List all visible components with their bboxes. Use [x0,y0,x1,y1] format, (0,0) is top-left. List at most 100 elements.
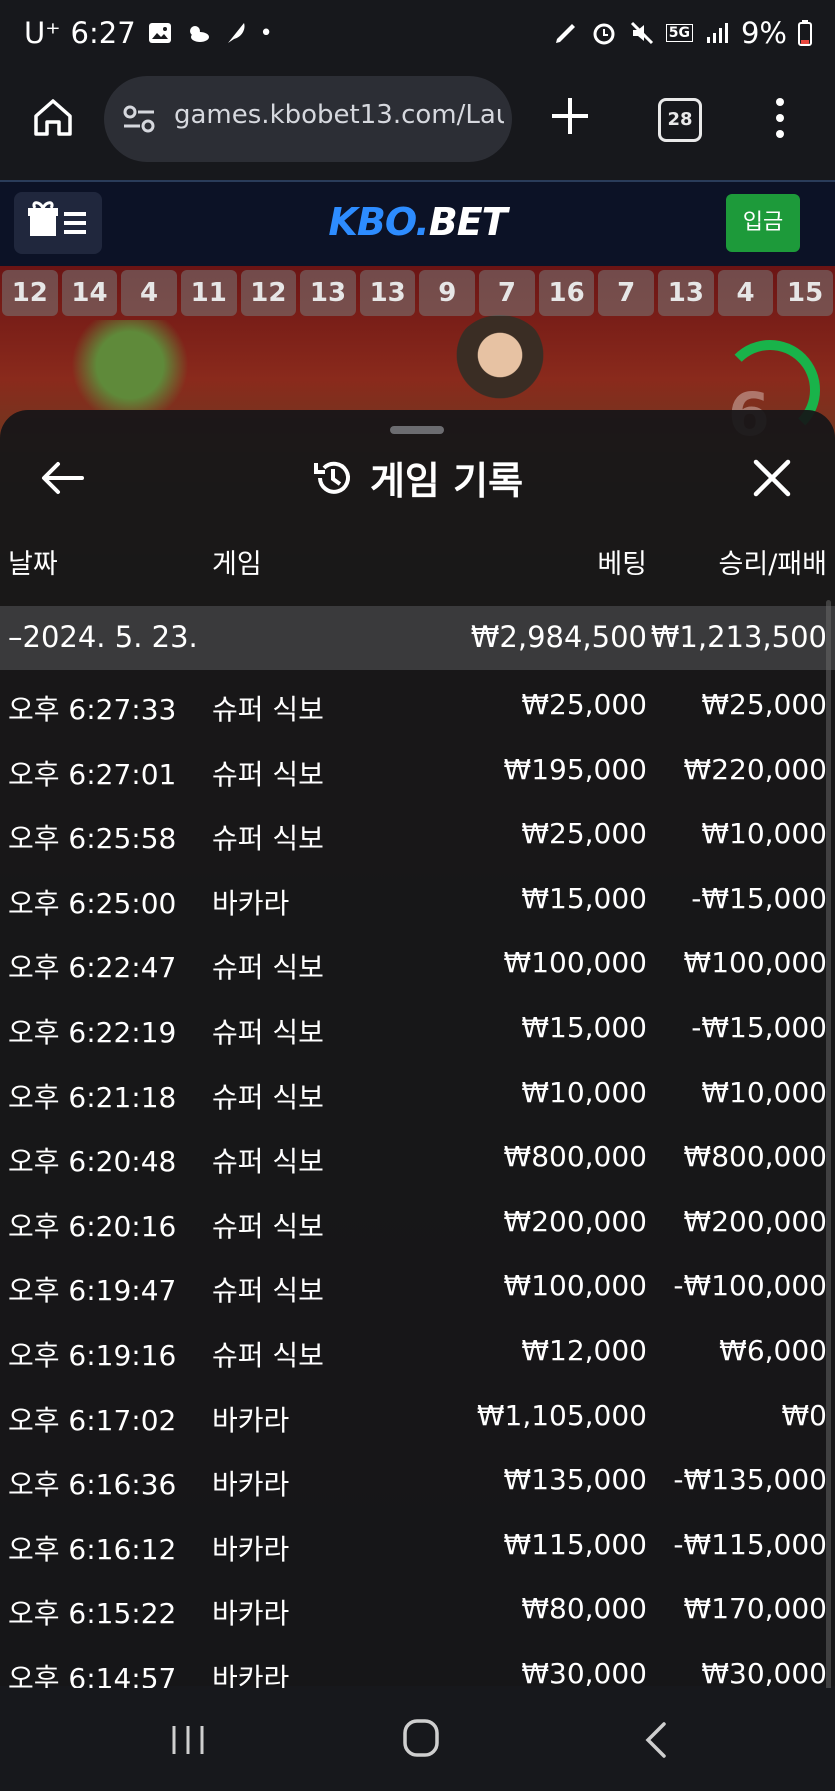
row-time: 오후 6:25:58 [8,822,177,856]
history-row[interactable]: 오후 6:15:22 바카라 ₩80,000 ₩170,000 [0,1578,835,1643]
row-bet: ₩800,000 [503,1140,647,1174]
row-result: ₩25,000 [701,688,827,721]
home-nav-icon[interactable] [402,1718,440,1758]
row-bet: ₩80,000 [521,1592,647,1626]
carrier-label: U⁺ [24,16,61,50]
history-row[interactable]: 오후 6:27:01 슈퍼 식보 ₩195,000 ₩220,000 [0,739,835,804]
summary-result: ₩1,213,500 [650,620,827,654]
tab-switcher-button[interactable]: 28 [658,98,702,142]
score-cell: 12 [240,270,297,316]
row-bet: ₩115,000 [503,1527,647,1561]
row-result: ₩0 [781,1398,828,1432]
history-row[interactable]: 오후 6:16:12 바카라 ₩115,000 -₩115,000 [0,1514,835,1579]
deposit-button[interactable]: 입금 [726,194,800,252]
address-bar[interactable]: games.kbobet13.com/Lau [104,76,512,162]
history-row[interactable]: 오후 6:16:36 바카라 ₩135,000 -₩135,000 [0,1449,835,1514]
row-bet: ₩15,000 [521,1010,647,1044]
row-bet: ₩25,000 [521,817,647,851]
score-cell: 14 [61,270,118,316]
column-header-bet: 베팅 [597,549,647,580]
status-bar: U⁺ 6:27 • 5G 9% [0,0,835,72]
score-cell: 13 [300,270,356,316]
row-bet: ₩10,000 [521,1075,647,1109]
row-bet: ₩200,000 [503,1204,647,1238]
row-game: 슈퍼 식보 [212,1080,324,1114]
row-time: 오후 6:16:12 [8,1532,177,1566]
row-game: 바카라 [212,1403,290,1437]
history-row[interactable]: 오후 6:19:16 슈퍼 식보 ₩12,000 ₩6,000 [0,1320,835,1385]
row-game: 슈퍼 식보 [212,951,324,985]
row-bet: ₩12,000 [521,1333,647,1367]
row-result: ₩170,000 [683,1592,827,1626]
row-time: 오후 6:22:47 [8,951,177,985]
mute-icon [630,21,653,45]
site-header: KBO.BET 입금 [0,182,835,266]
history-row[interactable]: 오후 6:25:58 슈퍼 식보 ₩25,000 ₩10,000 [0,803,835,868]
history-icon [313,461,350,494]
summary-bet: ₩2,984,500 [470,620,647,654]
row-time: 오후 6:15:22 [8,1597,177,1631]
history-row[interactable]: 오후 6:27:33 슈퍼 식보 ₩25,000 ₩25,000 [0,674,835,739]
row-bet: ₩25,000 [521,688,647,721]
row-game: 슈퍼 식보 [212,757,324,791]
history-row[interactable]: 오후 6:25:00 바카라 ₩15,000 -₩15,000 [0,868,835,933]
row-game: 슈퍼 식보 [212,1145,324,1179]
row-time: 오후 6:17:02 [8,1403,177,1437]
row-time: 오후 6:27:01 [8,757,177,791]
alarm-icon [593,23,615,45]
row-bet: ₩15,000 [521,881,647,915]
history-row[interactable]: 오후 6:21:18 슈퍼 식보 ₩10,000 ₩10,000 [0,1062,835,1127]
row-game: 슈퍼 식보 [212,1015,324,1049]
history-row[interactable]: 오후 6:22:19 슈퍼 식보 ₩15,000 -₩15,000 [0,997,835,1062]
score-history-strip: 12 14 4 11 12 13 13 9 7 16 7 13 4 15 [0,268,835,318]
dealer-avatar [450,315,550,415]
score-cell: 16 [538,270,595,316]
close-icon[interactable] [752,458,792,498]
history-row[interactable]: 오후 6:20:48 슈퍼 식보 ₩800,000 ₩800,000 [0,1126,835,1191]
row-bet: ₩135,000 [503,1463,647,1497]
row-game: 슈퍼 식보 [212,1209,324,1243]
gallery-icon [148,23,171,43]
site-settings-icon[interactable] [122,104,156,134]
row-result: -₩15,000 [691,1010,827,1044]
pen-icon [555,24,575,43]
battery-icon [798,20,812,46]
history-row[interactable]: 오후 6:17:02 바카라 ₩1,105,000 ₩0 [0,1385,835,1450]
history-list: 오후 6:27:33 슈퍼 식보 ₩25,000 ₩25,000 오후 6:27:01 슈… [0,674,835,1708]
row-time: 오후 6:21:18 [8,1080,177,1114]
row-game: 바카라 [212,886,290,920]
row-result: ₩100,000 [683,946,827,980]
scrollbar[interactable] [826,600,831,1760]
summary-date: –2024. 5. 23. [8,620,198,654]
logo-kbo: KBO. [328,200,429,244]
recent-apps-icon[interactable] [170,1724,206,1756]
score-cell: 15 [777,270,833,316]
status-left: U⁺ 6:27 • [24,16,273,50]
home-icon[interactable] [30,94,76,140]
new-tab-icon[interactable] [548,94,592,138]
system-nav-bar [0,1688,835,1791]
row-result: ₩6,000 [719,1333,827,1367]
row-game: 슈퍼 식보 [212,693,324,726]
site-logo[interactable]: KBO.BET [0,200,835,244]
back-nav-icon[interactable] [640,1720,670,1760]
row-game: 바카라 [212,1468,290,1502]
browser-toolbar: games.kbobet13.com/Lau 28 [0,72,835,182]
row-result: ₩30,000 [701,1656,827,1690]
date-summary-row[interactable]: –2024. 5. 23. ₩2,984,500 ₩1,213,500 [0,606,835,670]
row-time: 오후 6:27:33 [8,693,177,726]
score-cell: 7 [598,270,655,316]
signal-icon [706,23,728,43]
history-row[interactable]: 오후 6:22:47 슈퍼 식보 ₩100,000 ₩100,000 [0,932,835,997]
network-label: 5G [665,24,693,42]
url-text[interactable]: games.kbobet13.com/Lau [174,100,504,130]
row-bet: ₩30,000 [521,1656,647,1690]
status-right: 5G 9% [552,16,813,50]
history-row[interactable]: 오후 6:20:16 슈퍼 식보 ₩200,000 ₩200,000 [0,1191,835,1256]
row-time: 오후 6:20:48 [8,1145,177,1179]
score-cell: 13 [359,270,416,316]
more-menu-icon[interactable] [770,96,790,140]
sheet-drag-handle[interactable] [390,426,444,434]
score-cell: 11 [180,270,237,316]
history-row[interactable]: 오후 6:19:47 슈퍼 식보 ₩100,000 -₩100,000 [0,1255,835,1320]
